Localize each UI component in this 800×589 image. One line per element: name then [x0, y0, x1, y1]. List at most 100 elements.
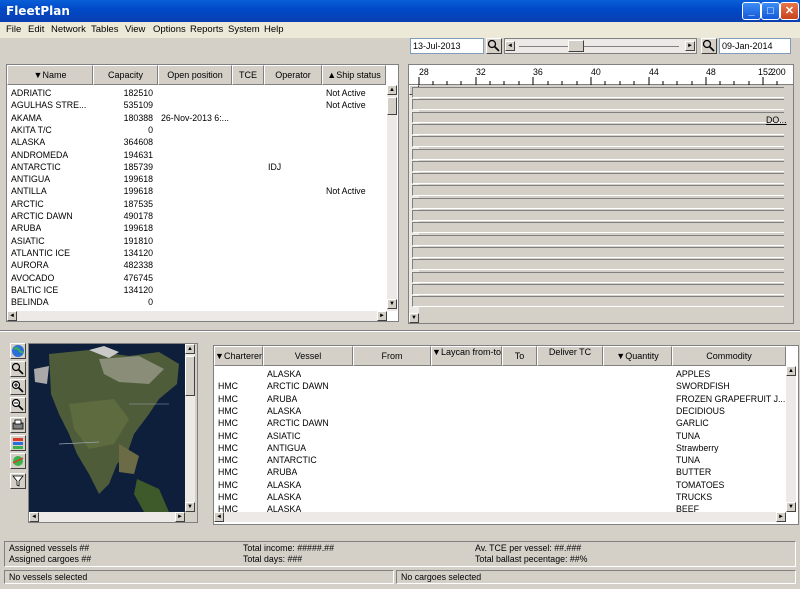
gantt-row[interactable] [412, 296, 784, 308]
cargo-row[interactable]: HMC ARCTIC DAWN GARLIC [214, 418, 786, 430]
cargo-row[interactable]: HMC ARCTIC DAWN SWORDFISH [214, 381, 786, 393]
gantt-row[interactable] [412, 123, 784, 135]
zoom-in-icon[interactable] [10, 379, 26, 395]
ship-row[interactable]: AGULHAS STRE... 535109 Not Active [7, 100, 387, 112]
ship-row[interactable]: ANTILLA 199618 Not Active [7, 186, 387, 198]
scroll-up-icon[interactable]: ▲ [387, 85, 397, 95]
gantt-row[interactable] [412, 246, 784, 258]
slider-thumb[interactable] [568, 40, 584, 52]
ship-row[interactable]: BELINDA 0 [7, 297, 387, 309]
gantt-row[interactable] [412, 99, 784, 111]
scroll-left-icon[interactable]: ◄ [29, 512, 39, 522]
layers-icon[interactable] [10, 435, 26, 451]
menu-help[interactable]: Help [264, 24, 284, 35]
scroll-right-icon[interactable]: ► [377, 311, 387, 321]
menu-view[interactable]: View [125, 24, 145, 35]
zoom-out-icon[interactable] [10, 397, 26, 413]
ship-row[interactable]: ATLANTIC ICE 134120 [7, 248, 387, 260]
col-capacity[interactable]: Capacity [93, 65, 158, 85]
zoom-start-icon[interactable] [486, 38, 502, 54]
cargo-row[interactable]: HMC ARUBA BUTTER [214, 467, 786, 479]
col-quantity[interactable]: ▼Quantity [603, 346, 672, 366]
gantt-row[interactable] [412, 234, 784, 246]
world-map-image[interactable] [29, 344, 185, 512]
zoom-icon[interactable] [10, 361, 26, 377]
timeline-slider[interactable]: ◄ ► [504, 38, 697, 54]
col-laycan[interactable]: ▼Laycan from-to [431, 346, 502, 366]
ship-row[interactable]: BALTIC ICE 134120 [7, 285, 387, 297]
scroll-down-icon[interactable]: ▼ [786, 502, 796, 512]
menu-file[interactable]: File [6, 24, 21, 35]
scroll-right-icon[interactable]: ► [175, 512, 185, 522]
cargo-row[interactable]: HMC ALASKA TRUCKS [214, 492, 786, 504]
map-panel[interactable]: ▲ ▼ ◄ ► [28, 343, 198, 523]
minimize-button[interactable]: _ [742, 2, 761, 20]
ship-row[interactable]: AKITA T/C 0 [7, 125, 387, 137]
cargo-row[interactable]: HMC ALASKA DECIDIOUS [214, 406, 786, 418]
gantt-row[interactable] [412, 87, 784, 98]
filter-icon[interactable] [10, 473, 26, 489]
ship-row[interactable]: ARCTIC 187535 [7, 199, 387, 211]
gantt-row[interactable] [412, 271, 784, 283]
cargo-row[interactable]: HMC ANTIGUA Strawberry [214, 443, 786, 455]
horizontal-splitter[interactable] [0, 330, 800, 332]
map-vscrollbar[interactable]: ▲ ▼ [185, 344, 195, 512]
gantt-row[interactable] [412, 210, 784, 221]
gantt-row[interactable] [412, 173, 784, 185]
col-operator[interactable]: Operator [264, 65, 322, 85]
scroll-down-icon[interactable]: ▼ [409, 313, 419, 323]
ship-row[interactable]: ADRIATIC 182510 Not Active [7, 88, 387, 100]
gantt-row[interactable] [412, 136, 784, 148]
ship-row[interactable]: AVOCADO 476745 [7, 273, 387, 285]
menu-options[interactable]: Options [153, 24, 186, 35]
cargo-row[interactable]: HMC ANTARCTIC TUNA [214, 455, 786, 467]
scroll-up-icon[interactable]: ▲ [786, 366, 796, 376]
scroll-up-icon[interactable]: ▲ [185, 344, 195, 354]
gantt-row[interactable] [412, 111, 784, 123]
menu-tables[interactable]: Tables [91, 24, 118, 35]
scroll-left-icon[interactable]: ◄ [7, 311, 17, 321]
gantt-row[interactable] [412, 160, 784, 172]
scroll-thumb[interactable] [185, 356, 195, 396]
slider-left-icon[interactable]: ◄ [505, 41, 515, 51]
world-icon[interactable] [10, 453, 26, 469]
scroll-left-icon[interactable]: ◄ [214, 512, 224, 522]
col-tce[interactable]: TCE [232, 65, 264, 85]
col-commodity[interactable]: Commodity [672, 346, 786, 366]
scroll-thumb[interactable] [387, 97, 397, 115]
ship-row[interactable]: ANDROMEDA 194631 [7, 150, 387, 162]
gantt-row[interactable] [412, 283, 784, 295]
col-from[interactable]: From [353, 346, 431, 366]
menu-network[interactable]: Network [51, 24, 86, 35]
close-button[interactable]: ✕ [780, 2, 799, 20]
cargo-row[interactable]: HMC ALASKA TOMATOES [214, 480, 786, 492]
ship-row[interactable]: ARUBA 199618 [7, 223, 387, 235]
cargo-row[interactable]: HMC ASIATIC TUNA [214, 431, 786, 443]
gantt-marker-label[interactable]: DO... [766, 115, 787, 125]
cargo-row[interactable]: ALASKA APPLES [214, 369, 786, 381]
ship-list-hscrollbar[interactable]: ◄ ► [7, 311, 387, 321]
ship-list-vscrollbar[interactable]: ▲ ▼ [387, 85, 397, 311]
ship-row[interactable]: ASIATIC 191810 [7, 236, 387, 248]
col-charterer[interactable]: ▼Charterer [214, 346, 263, 366]
cargo-row[interactable]: HMC ARUBA FROZEN GRAPEFRUIT J... [214, 394, 786, 406]
end-date-field[interactable]: 09-Jan-2014 [719, 38, 791, 54]
ship-row[interactable]: ANTIGUA 199618 [7, 174, 387, 186]
col-open-position[interactable]: Open position [158, 65, 232, 85]
gantt-row[interactable] [412, 222, 784, 234]
menu-system[interactable]: System [228, 24, 260, 35]
ship-row[interactable]: ANTARCTIC 185739 IDJ [7, 162, 387, 174]
col-to[interactable]: To [502, 346, 537, 366]
globe-icon[interactable] [10, 343, 26, 359]
gantt-row[interactable] [412, 148, 784, 160]
col-deliver-tc[interactable]: Deliver TC [537, 346, 603, 366]
slider-right-icon[interactable]: ► [685, 41, 695, 51]
scroll-right-icon[interactable]: ► [776, 512, 786, 522]
gantt-row[interactable] [412, 185, 784, 197]
col-ship-status[interactable]: ▲Ship status [322, 65, 386, 85]
gantt-row[interactable] [412, 197, 784, 209]
ship-row[interactable]: ALASKA 364608 [7, 137, 387, 149]
menu-reports[interactable]: Reports [190, 24, 223, 35]
maximize-button[interactable]: □ [761, 2, 780, 20]
print-icon[interactable] [10, 417, 26, 433]
